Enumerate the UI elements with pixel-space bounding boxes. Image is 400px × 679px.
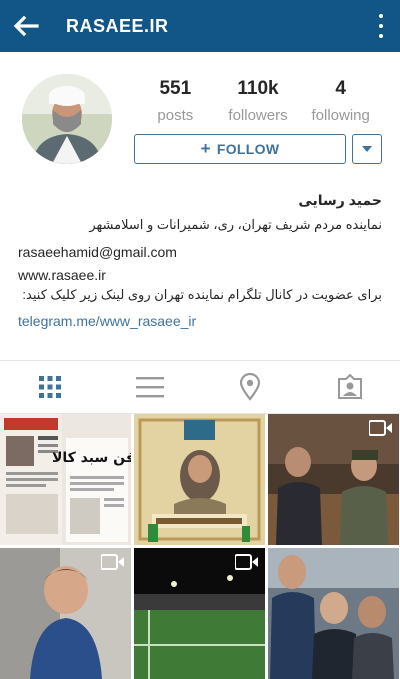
posts-label: posts (157, 107, 194, 124)
post-thumbnail[interactable] (134, 414, 265, 545)
profile-view-tabs (0, 360, 400, 414)
plus-icon: + (200, 139, 211, 158)
poster-image (134, 414, 265, 545)
overflow-menu-button[interactable] (378, 14, 384, 38)
kebab-dot (379, 24, 383, 28)
kebab-dot (379, 14, 383, 18)
profile-avatar[interactable] (22, 74, 112, 164)
bio-telegram-note: برای عضویت در کانال تلگرام نماینده تهران… (22, 287, 382, 302)
post-thumbnail[interactable] (0, 548, 131, 679)
back-arrow-icon (13, 15, 39, 37)
profile-stats: 551 posts 110k followers 4 following (134, 78, 382, 124)
video-indicator-icon (235, 554, 258, 570)
followers-count: 110k (237, 78, 279, 99)
bio-website: www.rasaee.ir (18, 267, 106, 283)
bio-email: rasaeehamid@gmail.com (18, 244, 177, 260)
profile-bio: حمید رسایی نماینده مردم شریف تهران، ری، … (18, 190, 382, 331)
tab-list-view[interactable] (100, 361, 200, 413)
profile-username-title: RASAEE.IR (66, 15, 169, 36)
video-indicator-icon (101, 554, 124, 570)
avatar-portrait-image (22, 74, 112, 164)
top-app-bar: RASAEE.IR (0, 0, 400, 52)
tab-places[interactable] (200, 361, 300, 413)
location-pin-icon (239, 373, 261, 401)
tab-grid-view[interactable] (0, 361, 100, 413)
tagged-photo-icon (338, 374, 362, 399)
video-indicator-icon (369, 420, 392, 436)
following-count: 4 (335, 78, 346, 99)
followers-label: followers (228, 107, 288, 124)
kebab-dot (379, 34, 383, 38)
caret-down-icon (362, 146, 372, 152)
follow-button[interactable]: + FOLLOW (134, 134, 346, 164)
following-stat[interactable]: 4 following (299, 78, 382, 124)
post-thumbnail[interactable] (268, 548, 399, 679)
post-thumbnail[interactable] (134, 548, 265, 679)
follow-label: FOLLOW (216, 141, 280, 157)
tab-tagged[interactable] (300, 361, 400, 413)
grid-icon (39, 376, 61, 398)
crowd-photo (268, 548, 399, 679)
telegram-link[interactable]: telegram.me/www_rasaee_ir (18, 311, 382, 331)
back-button[interactable] (0, 0, 52, 52)
newspaper-photo: دفن سبد کالا (0, 414, 131, 545)
posts-grid: دفن سبد کالا (0, 414, 400, 679)
bio-description: نماینده مردم شریف تهران، ری، شمیرانات و … (89, 217, 382, 232)
full-name: حمید رسایی (298, 192, 382, 208)
posts-stat[interactable]: 551 posts (134, 78, 217, 124)
suggestions-dropdown-button[interactable] (352, 134, 382, 164)
newspaper-headline: دفن سبد کالا (52, 450, 131, 466)
post-thumbnail[interactable] (268, 414, 399, 545)
posts-count: 551 (159, 78, 192, 99)
followers-stat[interactable]: 110k followers (217, 78, 300, 124)
following-label: following (311, 107, 370, 124)
post-thumbnail[interactable]: دفن سبد کالا (0, 414, 131, 545)
list-icon (136, 377, 164, 398)
